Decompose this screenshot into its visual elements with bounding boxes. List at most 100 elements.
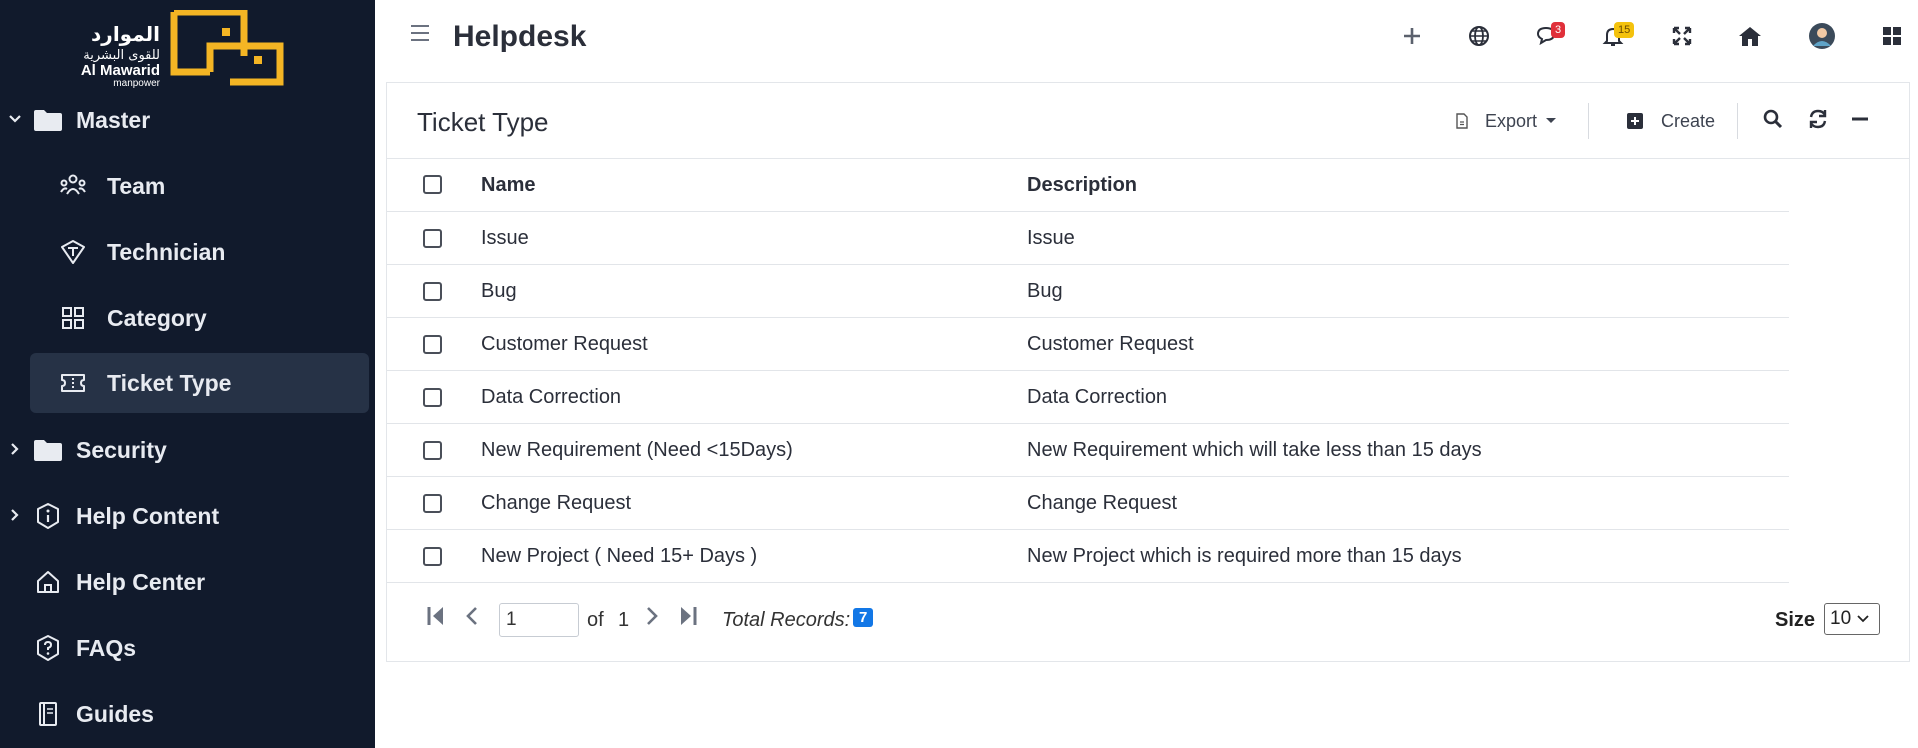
cell-name: Data Correction	[481, 385, 622, 408]
folder-open-icon	[30, 102, 66, 138]
brand-english-subtitle: manpower	[113, 78, 160, 89]
logo-mark-icon	[170, 10, 284, 86]
technician-icon	[55, 234, 91, 270]
apps-grid-icon[interactable]	[1872, 18, 1912, 54]
sidebar-item-technician[interactable]: Technician	[30, 222, 370, 282]
globe-icon[interactable]	[1459, 18, 1499, 54]
folder-icon	[30, 432, 66, 468]
page-of-label: of	[587, 609, 604, 631]
chevron-right-icon	[11, 509, 19, 521]
sidebar-item-master[interactable]: Master	[9, 90, 370, 150]
chevron-down-icon	[1857, 615, 1869, 623]
next-page-icon[interactable]	[645, 605, 659, 632]
sidebar-item-faqs[interactable]: FAQs	[30, 618, 370, 678]
book-icon	[30, 696, 66, 732]
table-row[interactable]: Bug Bug	[387, 265, 1789, 318]
sidebar-item-guides[interactable]: Guides	[30, 684, 370, 744]
column-header-name[interactable]: Name	[481, 174, 535, 197]
cell-name: New Project ( Need 15+ Days )	[481, 544, 758, 567]
select-all-checkbox[interactable]	[423, 175, 442, 194]
home-icon[interactable]	[1730, 18, 1770, 54]
row-checkbox[interactable]	[423, 440, 442, 460]
bell-icon[interactable]: 15	[1593, 18, 1635, 54]
cell-description: Customer Request	[1027, 332, 1194, 355]
menu-toggle-icon[interactable]	[410, 24, 430, 47]
last-page-icon[interactable]	[679, 605, 697, 632]
sidebar-item-label: Master	[76, 106, 151, 133]
ticket-icon	[55, 365, 91, 401]
page-number-input[interactable]	[499, 603, 579, 637]
cell-description: Data Correction	[1027, 385, 1168, 408]
home-outline-icon	[30, 564, 66, 600]
chevron-right-icon	[11, 443, 19, 455]
sidebar-item-category[interactable]: Category	[30, 288, 370, 348]
page-size-value: 10	[1830, 608, 1852, 629]
file-icon	[1456, 113, 1468, 129]
question-shield-icon	[30, 630, 66, 666]
messages-badge: 3	[1551, 22, 1566, 38]
chat-icon[interactable]: 3	[1527, 18, 1567, 54]
cell-name: Customer Request	[481, 332, 648, 355]
page-size-select[interactable]: 10	[1824, 603, 1880, 635]
sidebar: الموارد للقوى البشرية Al Mawarid manpowe…	[0, 0, 375, 748]
row-checkbox[interactable]	[423, 493, 442, 513]
table-row[interactable]: Change Request Change Request	[387, 477, 1789, 530]
minimize-icon[interactable]	[1850, 103, 1870, 135]
plus-icon[interactable]	[1392, 18, 1432, 54]
create-button[interactable]: Create	[1627, 105, 1715, 137]
table-header-row: Name Description	[387, 159, 1789, 212]
brand-english-name: Al Mawarid	[80, 62, 160, 79]
export-button[interactable]: Export	[1455, 105, 1557, 137]
cell-name: Issue	[481, 226, 529, 249]
sidebar-item-team[interactable]: Team	[30, 156, 370, 216]
top-header: Helpdesk 3 15	[375, 0, 1918, 78]
notifications-badge: 15	[1614, 22, 1635, 38]
row-checkbox[interactable]	[423, 387, 442, 407]
brand-arabic-name: الموارد	[91, 22, 160, 46]
plus-square-icon	[1627, 113, 1643, 129]
cell-description: Bug	[1027, 279, 1063, 302]
export-label: Export	[1485, 110, 1538, 131]
toolbar-divider	[1588, 103, 1589, 139]
cell-description: New Project which is required more than …	[1027, 544, 1462, 567]
row-checkbox[interactable]	[423, 281, 442, 301]
caret-down-icon	[1546, 118, 1557, 123]
cell-name: Change Request	[481, 491, 632, 514]
sidebar-item-ticket-type[interactable]: Ticket Type	[30, 353, 369, 413]
sidebar-item-label: Technician	[107, 238, 226, 265]
table-row[interactable]: New Requirement (Need <15Days) New Requi…	[387, 424, 1789, 477]
sidebar-item-security[interactable]: Security	[11, 420, 370, 480]
row-checkbox[interactable]	[423, 228, 442, 248]
column-header-description[interactable]: Description	[1027, 174, 1137, 197]
brand-arabic-subtitle: للقوى البشرية	[83, 48, 160, 63]
sidebar-item-help-content[interactable]: Help Content	[11, 486, 370, 546]
table-row[interactable]: New Project ( Need 15+ Days ) New Projec…	[387, 530, 1789, 583]
total-records-count: 7	[853, 608, 874, 627]
sidebar-item-help-center[interactable]: Help Center	[30, 552, 370, 612]
refresh-icon[interactable]	[1807, 103, 1829, 135]
sidebar-item-label: Team	[107, 172, 166, 199]
cell-name: New Requirement (Need <15Days)	[481, 438, 793, 461]
table-row[interactable]: Issue Issue	[387, 212, 1789, 265]
fullscreen-icon[interactable]	[1662, 18, 1702, 54]
previous-page-icon[interactable]	[465, 605, 479, 632]
cell-description: New Requirement which will take less tha…	[1027, 438, 1482, 461]
ticket-type-card: Ticket Type Export Create Name Descripti…	[386, 82, 1910, 662]
pagination: of 1 Total Records: 7 Size 10	[387, 583, 1909, 653]
ticket-type-table: Name Description Issue Issue Bug Bug Cus…	[387, 159, 1789, 583]
sidebar-item-label: Guides	[76, 700, 154, 727]
sidebar-item-label: Category	[107, 304, 207, 331]
search-icon[interactable]	[1763, 103, 1783, 135]
card-header: Ticket Type Export Create	[387, 83, 1909, 159]
user-avatar[interactable]	[1802, 18, 1842, 54]
row-checkbox[interactable]	[423, 546, 442, 566]
table-row[interactable]: Data Correction Data Correction	[387, 371, 1789, 424]
cell-description: Change Request	[1027, 491, 1178, 514]
cell-description: Issue	[1027, 226, 1075, 249]
brand-logo[interactable]: الموارد للقوى البشرية Al Mawarid manpowe…	[78, 10, 288, 89]
sidebar-item-label: Security	[76, 436, 167, 463]
row-checkbox[interactable]	[423, 334, 442, 354]
first-page-icon[interactable]	[427, 605, 445, 632]
page-size-label: Size	[1775, 609, 1816, 631]
table-row[interactable]: Customer Request Customer Request	[387, 318, 1789, 371]
